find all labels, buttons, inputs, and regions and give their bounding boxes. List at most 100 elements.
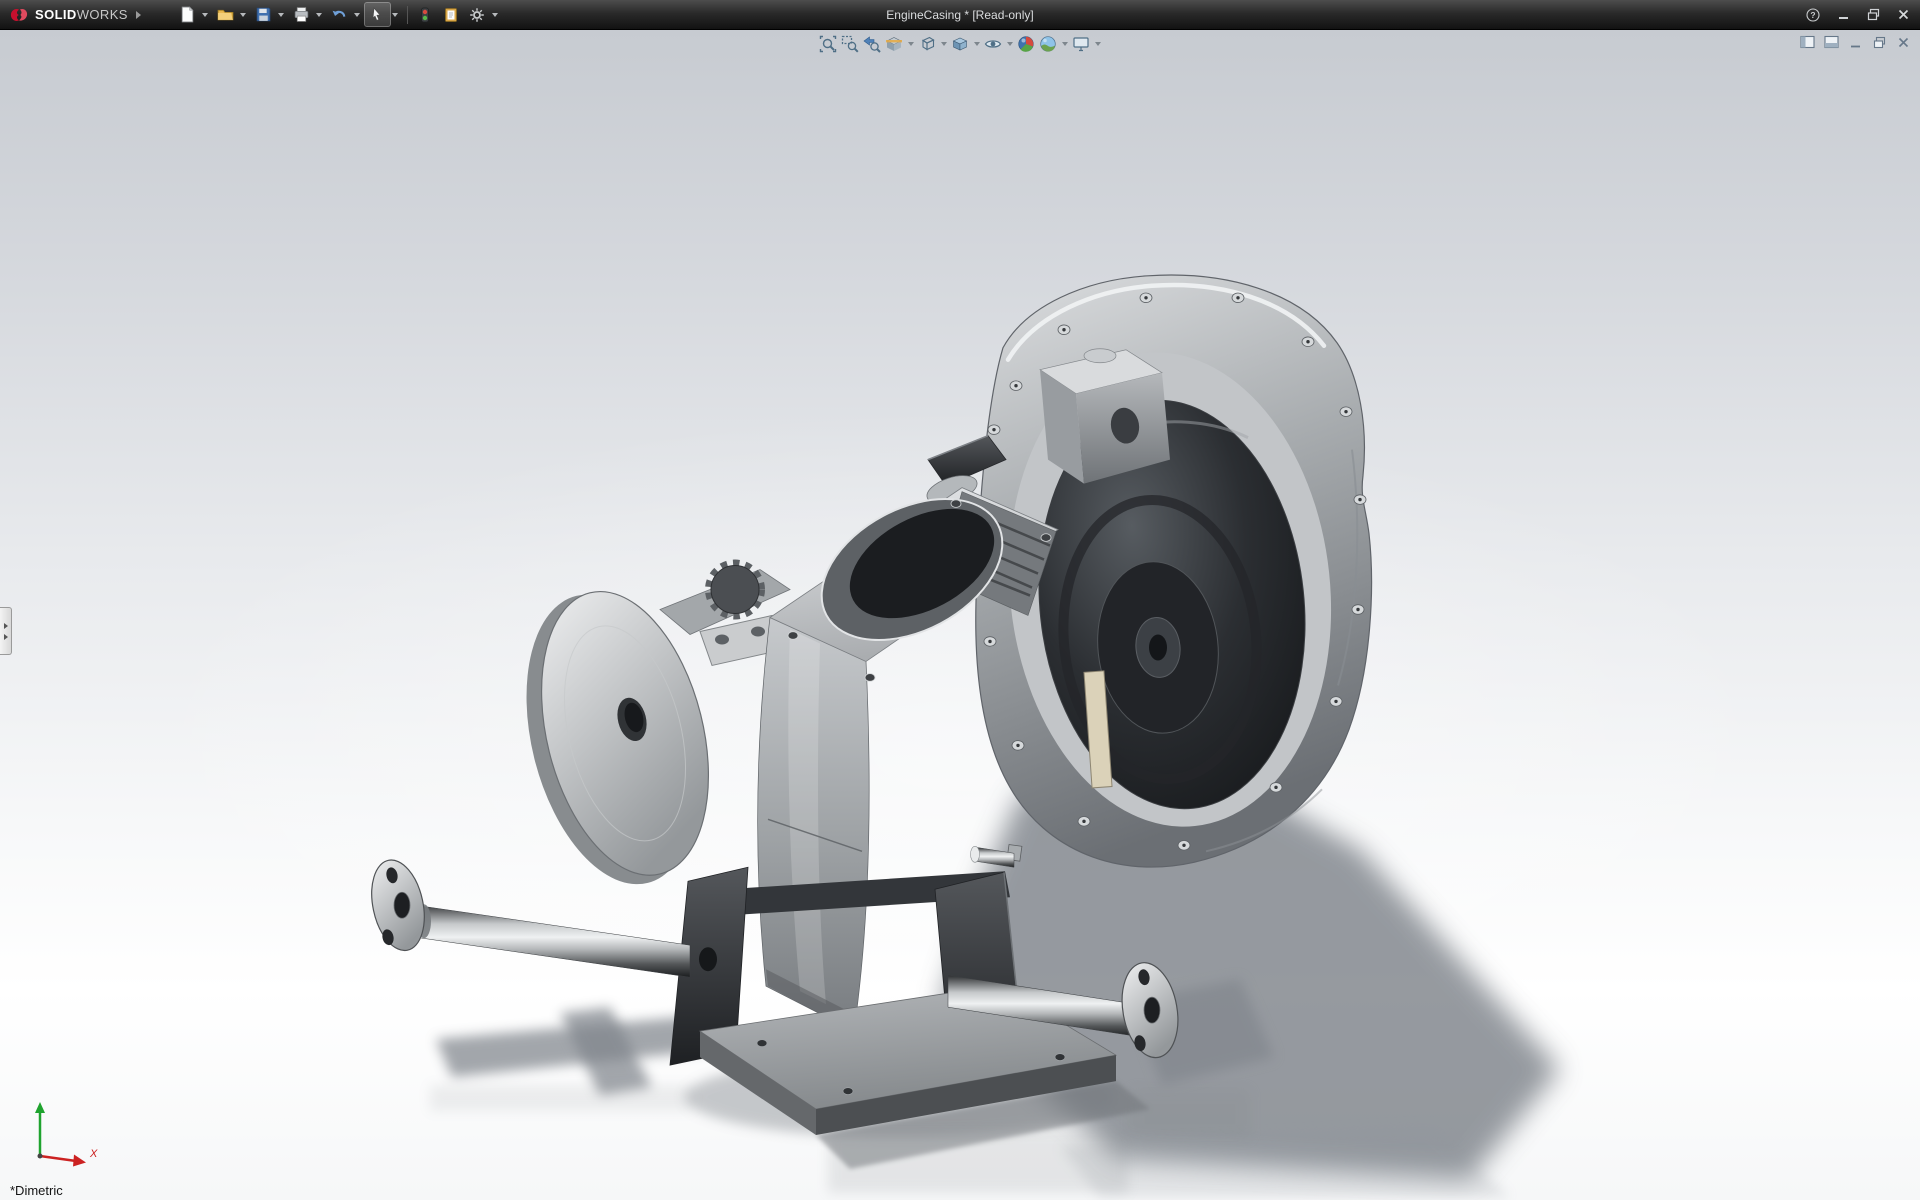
undo-arrow-icon [332,10,346,17]
print-dropdown[interactable] [315,3,324,26]
undo-dropdown[interactable] [353,3,362,26]
previous-view-icon [863,36,881,53]
previous-view-button[interactable] [862,33,882,55]
close-icon [1898,37,1909,47]
dropdown-arrow-icon [1094,42,1101,46]
display-style-icon [952,37,968,51]
close-document-button[interactable] [1895,34,1912,50]
dropdown-arrow-icon [973,42,980,46]
dropdown-arrow-icon [240,12,247,17]
open-folder-icon [217,9,234,21]
triad-x-label: X [90,1148,98,1160]
new-document-icon [181,6,194,23]
select-button[interactable] [363,2,391,27]
file-properties-icon [445,7,458,22]
dropdown-arrow-icon [1006,42,1013,46]
print-icon [294,7,309,22]
section-view-dropdown[interactable] [906,34,915,54]
zoom-to-area-button[interactable] [840,33,860,55]
apply-scene-button[interactable] [1038,33,1058,55]
app-window: SOLIDWORKS EngineCasing * [Read-only] ? … [0,0,1920,1200]
brand-text-solid: SOLID [35,7,77,22]
undo-button[interactable] [327,3,352,26]
brand-menu-arrow-icon[interactable] [135,10,141,19]
hide-show-eye-icon [984,40,1002,48]
restore-icon [1867,8,1879,21]
options-button[interactable] [465,3,490,26]
dropdown-arrow-icon [907,42,914,46]
dropdown-arrow-icon [392,12,399,17]
hide-show-items-dropdown[interactable] [1005,34,1014,54]
document-window-controls [1799,34,1912,50]
show-pane-left-button[interactable] [1799,34,1816,50]
pane-split-icon [1824,35,1839,49]
apply-scene-icon [1040,36,1056,52]
view-orientation-dropdown[interactable] [939,34,948,54]
select-cursor-icon [372,6,382,21]
triad-axes-icon [35,1102,86,1167]
display-style-button[interactable] [950,33,970,55]
brand-text-works: WORKS [76,7,128,22]
section-view-button[interactable] [884,33,904,55]
minimize-icon [1851,45,1860,47]
view-settings-dropdown[interactable] [1093,34,1102,54]
zoom-to-area-icon [841,35,859,53]
zoom-to-fit-icon [819,35,837,53]
dropdown-arrow-icon [316,12,323,17]
new-document-dropdown[interactable] [201,3,210,26]
section-view-icon [886,37,902,51]
save-dropdown[interactable] [277,3,286,26]
help-button[interactable]: ? [1804,6,1822,24]
dropdown-arrow-icon [202,12,209,17]
dropdown-arrow-icon [278,12,285,17]
show-pane-split-button[interactable] [1823,34,1840,50]
close-button[interactable] [1894,6,1912,24]
hide-show-items-button[interactable] [983,33,1003,55]
view-orientation-button[interactable] [917,33,937,55]
orientation-triad: X [14,1098,124,1176]
edit-appearance-ball-icon [1018,36,1034,52]
engine-casing-model[interactable] [0,30,1920,1200]
maximize-button[interactable] [1864,6,1882,24]
dassault-3ds-logo-icon [10,8,28,21]
help-icon: ? [1806,7,1820,22]
dropdown-arrow-icon [1061,42,1068,46]
view-orientation-label: *Dimetric [10,1183,63,1198]
minimize-button[interactable] [1834,6,1852,24]
zoom-to-fit-button[interactable] [818,33,838,55]
featuremanager-collapsed-tab[interactable] [0,607,12,655]
view-orientation-cube-icon [921,36,935,51]
dropdown-arrow-icon [492,12,499,17]
main-toolbar [175,2,502,27]
toolbar-separator [406,5,408,24]
open-button[interactable] [213,3,238,26]
rebuild-button[interactable] [413,3,438,26]
brand-text: SOLIDWORKS [35,7,128,22]
brand: SOLIDWORKS [8,6,141,24]
minimize-document-button[interactable] [1847,34,1864,50]
minimize-icon [1838,17,1848,19]
window-controls: ? [1804,6,1912,24]
expand-arrow-icon [3,622,8,629]
file-properties-button[interactable] [439,3,464,26]
display-style-dropdown[interactable] [972,34,981,54]
svg-text:?: ? [1810,10,1815,20]
window-title: EngineCasing * [Read-only] [886,7,1034,22]
options-dropdown[interactable] [491,3,500,26]
restore-document-button[interactable] [1871,34,1888,50]
dropdown-arrow-icon [940,42,947,46]
select-dropdown[interactable] [391,3,400,26]
pane-left-icon [1800,35,1815,49]
print-button[interactable] [289,3,314,26]
save-floppy-icon [256,7,271,22]
restore-icon [1873,36,1886,48]
new-document-button[interactable] [175,3,200,26]
graphics-area[interactable]: X *Dimetric [0,30,1920,1200]
options-gear-icon [470,7,485,22]
apply-scene-dropdown[interactable] [1060,34,1069,54]
save-button[interactable] [251,3,276,26]
edit-appearance-button[interactable] [1016,33,1036,55]
view-settings-monitor-icon [1073,37,1089,52]
view-settings-button[interactable] [1071,33,1091,55]
open-dropdown[interactable] [239,3,248,26]
